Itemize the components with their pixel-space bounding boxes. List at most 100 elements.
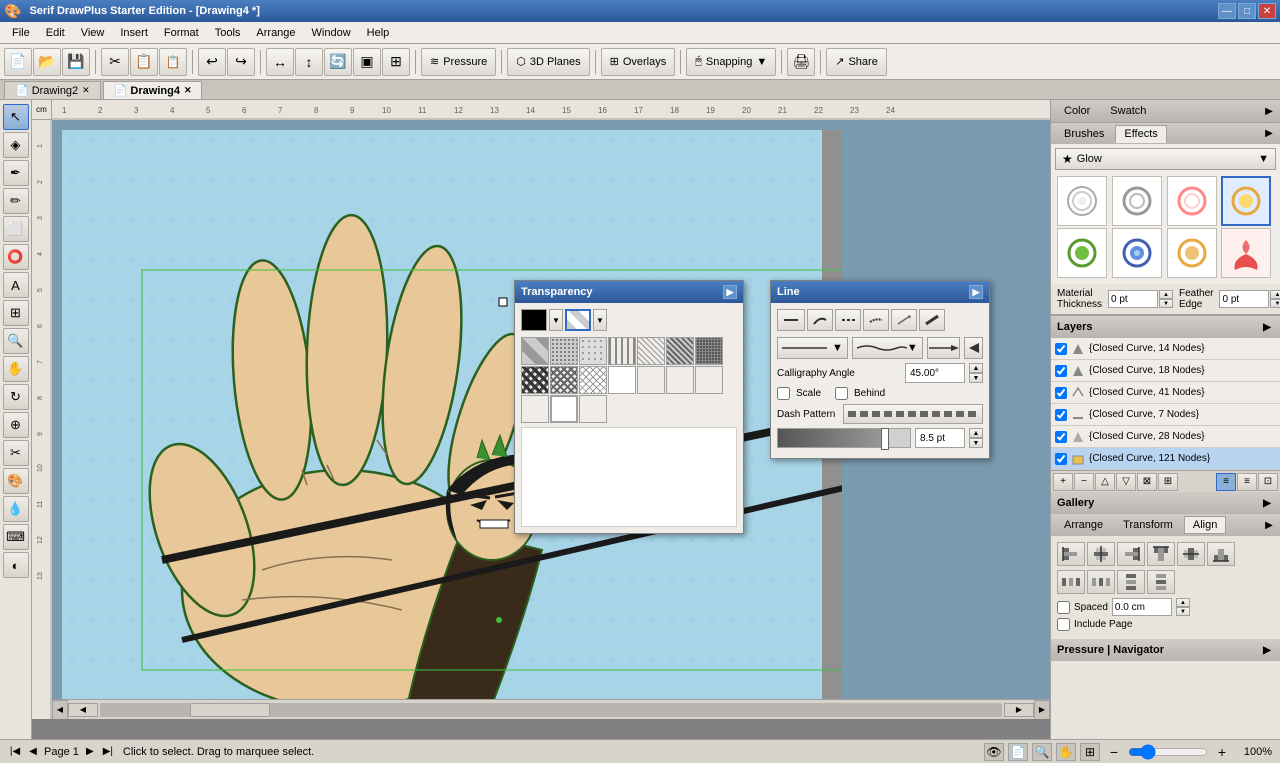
scale-checkbox[interactable] <box>777 387 790 400</box>
menu-tools[interactable]: Tools <box>207 25 249 41</box>
page-button[interactable]: 📄 <box>1008 743 1028 761</box>
zoom-tool[interactable]: 🔍 <box>3 328 29 354</box>
line-calligraphy-button[interactable] <box>919 309 945 331</box>
panel-expand-button[interactable]: ▶ <box>1262 104 1276 118</box>
thickness-value[interactable]: 8.5 pt <box>915 428 965 448</box>
gallery-header[interactable]: Gallery ▶ <box>1051 492 1280 514</box>
layer-down-button[interactable]: ▽ <box>1116 473 1136 491</box>
feather-up[interactable]: ▲ <box>1270 290 1280 299</box>
tab-drawing2-close[interactable]: ✕ <box>82 85 90 96</box>
window-controls[interactable]: — □ ✕ <box>1218 3 1276 19</box>
layer-add-button[interactable]: + <box>1053 473 1073 491</box>
tab-brushes[interactable]: Brushes <box>1055 125 1113 143</box>
paste-button[interactable]: 📋 <box>159 48 187 76</box>
canvas-area[interactable]: cm 1 2 3 4 5 6 7 8 9 10 11 12 13 14 <box>32 100 1050 739</box>
distribute-h2-button[interactable] <box>1087 570 1115 594</box>
material-thickness-input[interactable]: 0 pt <box>1108 290 1158 308</box>
maximize-button[interactable]: □ <box>1238 3 1256 19</box>
last-page-button[interactable]: ▶| <box>101 745 115 759</box>
layer-item-5[interactable]: {Closed Curve, 28 Nodes} <box>1051 426 1280 448</box>
undo-button[interactable]: ↩ <box>198 48 226 76</box>
layer-item-1[interactable]: {Closed Curve, 14 Nodes} <box>1051 338 1280 360</box>
tab-drawing4-close[interactable]: ✕ <box>184 85 192 96</box>
layer-5-visible[interactable] <box>1055 431 1067 443</box>
transparency-close-button[interactable]: ▶ <box>723 285 737 299</box>
glow-icon-7[interactable] <box>1167 228 1217 278</box>
pattern-blank7[interactable] <box>579 395 607 423</box>
line-arrow2-button[interactable] <box>964 337 983 359</box>
rotate-button[interactable]: 🔄 <box>324 48 352 76</box>
pattern-8[interactable] <box>521 366 549 394</box>
tab-align[interactable]: Align <box>1184 516 1226 534</box>
layer-item-6[interactable]: {Closed Curve, 121 Nodes} <box>1051 448 1280 470</box>
h-scrollbar[interactable]: ◀ ◀ ▶ ▶ <box>52 699 1050 719</box>
thickness-down[interactable]: ▼ <box>1159 299 1173 308</box>
glow-icon-2[interactable] <box>1112 176 1162 226</box>
spaced-down[interactable]: ▼ <box>1176 607 1190 616</box>
menu-insert[interactable]: Insert <box>112 25 156 41</box>
pattern-1[interactable] <box>521 337 549 365</box>
pattern-white[interactable] <box>550 395 578 423</box>
layer-4-visible[interactable] <box>1055 409 1067 421</box>
menu-help[interactable]: Help <box>359 25 398 41</box>
glow-icon-3[interactable] <box>1167 176 1217 226</box>
spaced-value-input[interactable]: 0.0 cm <box>1112 598 1172 616</box>
pattern-4[interactable] <box>608 337 636 365</box>
thickness-up-button[interactable]: ▲ <box>969 428 983 438</box>
align-top-button[interactable] <box>1147 542 1175 566</box>
layer-item-4[interactable]: {Closed Curve, 7 Nodes} <box>1051 404 1280 426</box>
layer-delete-button[interactable]: − <box>1074 473 1094 491</box>
tab-drawing2[interactable]: 📄 Drawing2 ✕ <box>4 81 101 99</box>
trans-pattern-swatch[interactable] <box>565 309 591 331</box>
blend-tool[interactable]: ⌨ <box>3 524 29 550</box>
menu-file[interactable]: File <box>4 25 38 41</box>
align-center-v-button[interactable] <box>1177 542 1205 566</box>
redo-button[interactable]: ↪ <box>227 48 255 76</box>
angle-down-button[interactable]: ▼ <box>969 373 983 383</box>
pressure-navigator-bar[interactable]: Pressure | Navigator ▶ <box>1051 639 1280 661</box>
zoom-button[interactable]: 🔍 <box>1032 743 1052 761</box>
layer-3-visible[interactable] <box>1055 387 1067 399</box>
pattern-6[interactable] <box>666 337 694 365</box>
fill-tool[interactable]: 🎨 <box>3 468 29 494</box>
calligraphy-angle-spinner[interactable]: ▲ ▼ <box>969 363 983 383</box>
glow-icon-1[interactable] <box>1057 176 1107 226</box>
pattern-3[interactable] <box>579 337 607 365</box>
zoom-slider[interactable] <box>1128 745 1208 759</box>
shape-tool[interactable]: ⬜ <box>3 216 29 242</box>
pan-button[interactable]: ✋ <box>1056 743 1076 761</box>
layers-expand-button[interactable]: ▶ <box>1260 320 1274 334</box>
line-dialog-title[interactable]: Line ▶ <box>771 281 989 303</box>
thickness-down-button[interactable]: ▼ <box>969 438 983 448</box>
pattern-blank2[interactable] <box>637 366 665 394</box>
thickness-slider[interactable] <box>777 428 911 448</box>
save-button[interactable]: 💾 <box>62 48 90 76</box>
layer-1-visible[interactable] <box>1055 343 1067 355</box>
pencil-tool[interactable]: ✏ <box>3 188 29 214</box>
calligraphy-angle-input[interactable]: 45.00° <box>905 363 965 383</box>
pattern-2[interactable] <box>550 337 578 365</box>
scroll-right-button[interactable]: ▶ <box>1034 700 1050 720</box>
layer-group-button[interactable]: ⊞ <box>1158 473 1178 491</box>
page-next-button[interactable]: ▶ <box>1004 703 1034 717</box>
overlays-button[interactable]: ⊞ Overlays <box>601 48 676 76</box>
group-button[interactable]: ▣ <box>353 48 381 76</box>
effects-expand-button[interactable]: ▶ <box>1262 127 1276 141</box>
line-end-style-dropdown[interactable]: ▼ <box>777 337 848 359</box>
text-tool[interactable]: A <box>3 272 29 298</box>
flip-h-button[interactable]: ↔ <box>266 48 294 76</box>
prev-page-button[interactable]: ◀ <box>26 745 40 759</box>
arrange-expand-button[interactable]: ▶ <box>1262 518 1276 532</box>
pattern-7[interactable] <box>695 337 723 365</box>
new-button[interactable]: 📄 <box>4 48 32 76</box>
cut-button[interactable]: ✂ <box>101 48 129 76</box>
menu-window[interactable]: Window <box>304 25 359 41</box>
minimize-button[interactable]: — <box>1218 3 1236 19</box>
dash-pattern-control[interactable] <box>843 404 983 424</box>
h-scroll-thumb[interactable] <box>190 703 270 717</box>
grid-button[interactable]: ⊞ <box>1080 743 1100 761</box>
eyedropper-tool[interactable]: 💧 <box>3 496 29 522</box>
line-close-button[interactable]: ▶ <box>969 285 983 299</box>
transform-tool[interactable]: ⊕ <box>3 412 29 438</box>
pattern-blank4[interactable] <box>695 366 723 394</box>
